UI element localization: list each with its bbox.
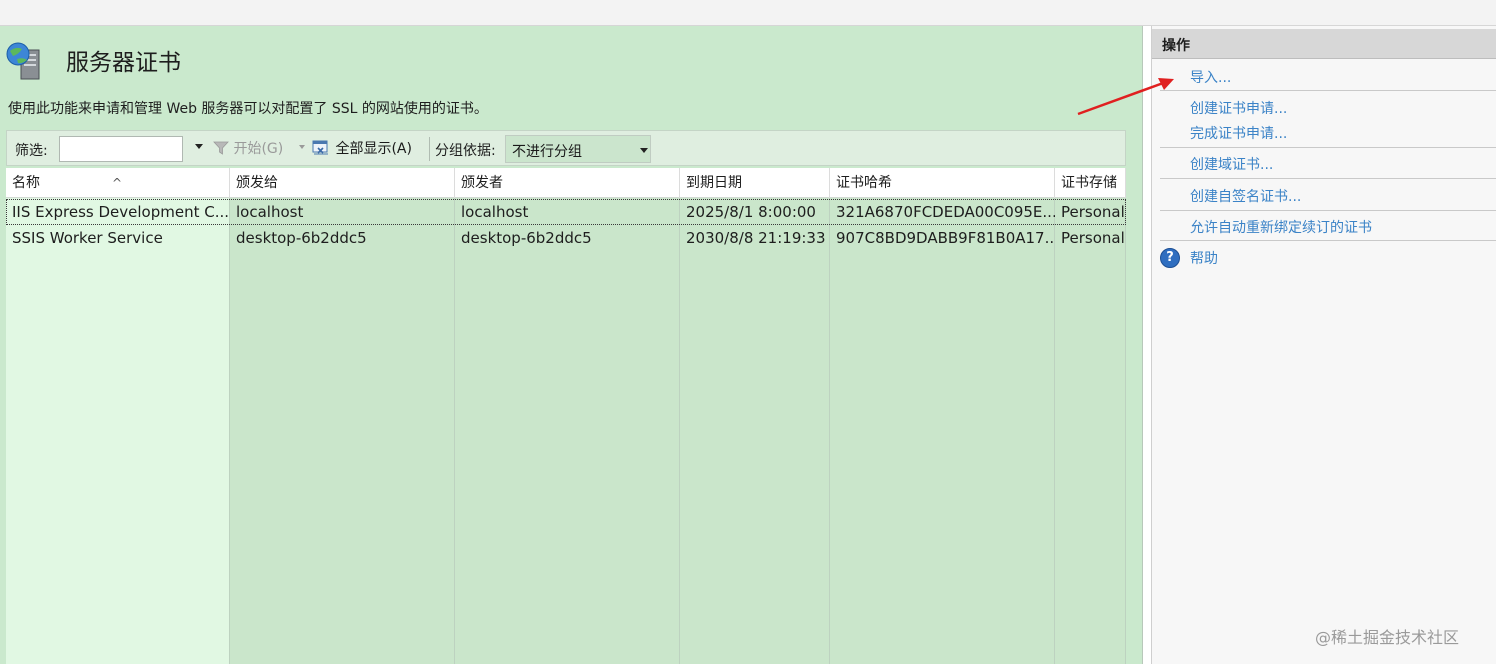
groupby-select[interactable]: 不进行分组: [505, 135, 651, 163]
separator: [1160, 90, 1496, 91]
filter-label: 筛选:: [15, 140, 48, 160]
separator: [1160, 147, 1496, 148]
show-all-label: 全部显示(A): [335, 141, 412, 157]
page-description: 使用此功能来申请和管理 Web 服务器可以对配置了 SSL 的网站使用的证书。: [8, 98, 488, 118]
cell-issued-to: localhost: [230, 199, 455, 225]
cell-expiration-date: 2025/8/1 8:00:00: [680, 199, 830, 225]
show-all-icon: [311, 139, 331, 157]
cell-issued-to: desktop-6b2ddc5: [230, 225, 455, 251]
table-row[interactable]: IIS Express Development C... localhost l…: [6, 199, 1126, 225]
funnel-icon: [213, 140, 229, 156]
groupby-label: 分组依据:: [435, 140, 496, 160]
import-action[interactable]: 导入...: [1190, 67, 1231, 87]
cell-certificate-store: Personal: [1055, 225, 1126, 251]
create-self-signed-certificate-action[interactable]: 创建自签名证书...: [1190, 186, 1301, 206]
start-button[interactable]: 开始(G): [213, 137, 283, 161]
main-panel: 服务器证书 使用此功能来申请和管理 Web 服务器可以对配置了 SSL 的网站使…: [0, 26, 1143, 664]
help-action[interactable]: 帮助: [1190, 248, 1218, 268]
start-button-label: 开始(G): [233, 141, 283, 157]
sort-ascending-icon: ^: [112, 168, 122, 198]
cell-issued-by: localhost: [455, 199, 680, 225]
filter-input[interactable]: [59, 136, 183, 162]
filter-dropdown-arrow[interactable]: [195, 144, 203, 149]
table-header: 名称 ^ 颁发给 颁发者 到期日期 证书哈希 证书存储: [6, 168, 1126, 198]
cell-issued-by: desktop-6b2ddc5: [455, 225, 680, 251]
server-certificate-icon: [4, 40, 46, 82]
top-bar: [0, 0, 1496, 26]
help-icon[interactable]: ?: [1160, 248, 1180, 268]
column-header-expiration-date[interactable]: 到期日期: [680, 168, 830, 198]
watermark: @稀土掘金技术社区: [1315, 624, 1459, 648]
allow-auto-rebind-action[interactable]: 允许自动重新绑定续订的证书: [1190, 217, 1372, 237]
complete-certificate-request-action[interactable]: 完成证书申请...: [1190, 123, 1287, 143]
separator: [1160, 178, 1496, 179]
column-header-issued-by[interactable]: 颁发者: [455, 168, 680, 198]
column-header-issued-to[interactable]: 颁发给: [230, 168, 455, 198]
column-header-name[interactable]: 名称 ^: [6, 168, 230, 198]
column-header-certificate-store[interactable]: 证书存储: [1055, 168, 1126, 198]
separator: [1160, 240, 1496, 241]
cell-name: IIS Express Development C...: [6, 199, 230, 225]
page-title: 服务器证书: [66, 43, 181, 77]
create-certificate-request-action[interactable]: 创建证书申请...: [1190, 98, 1287, 118]
table-row[interactable]: SSIS Worker Service desktop-6b2ddc5 desk…: [6, 225, 1126, 251]
annotation-arrow: [1070, 60, 1190, 130]
actions-pane: 操作 导入... 创建证书申请... 完成证书申请... 创建域证书... 创建…: [1151, 26, 1496, 664]
chevron-down-icon: [640, 148, 648, 153]
cell-certificate-store: Personal: [1055, 199, 1126, 225]
cell-expiration-date: 2030/8/8 21:19:33: [680, 225, 830, 251]
show-all-button[interactable]: 全部显示(A): [311, 137, 412, 161]
actions-header: 操作: [1152, 29, 1496, 59]
cell-certificate-hash: 907C8BD9DABB9F81B0A17...: [830, 225, 1055, 251]
groupby-value: 不进行分组: [512, 141, 582, 161]
column-header-certificate-hash[interactable]: 证书哈希: [830, 168, 1055, 198]
start-dropdown-arrow[interactable]: [299, 145, 305, 149]
cell-name: SSIS Worker Service: [6, 225, 230, 251]
annotation-arrow-line: [1078, 82, 1166, 114]
cell-certificate-hash: 321A6870FCDEDA00C095E...: [830, 199, 1055, 225]
filter-toolbar: 筛选: 开始(G) 全部显示(A) 分组依据: 不进行分组: [6, 130, 1126, 166]
certificates-table: 名称 ^ 颁发给 颁发者 到期日期 证书哈希 证书存储 IIS Express …: [6, 168, 1126, 664]
separator: [1160, 210, 1496, 211]
toolbar-separator: [429, 137, 430, 161]
create-domain-certificate-action[interactable]: 创建域证书...: [1190, 154, 1273, 174]
